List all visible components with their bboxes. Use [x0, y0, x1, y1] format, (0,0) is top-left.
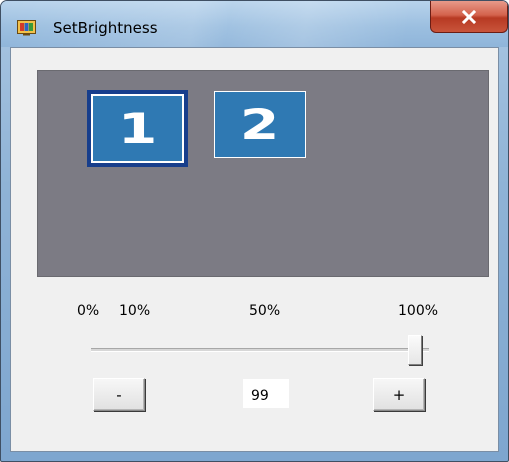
brightness-slider-track[interactable]: [91, 348, 429, 352]
window-title: SetBrightness: [53, 19, 158, 37]
brightness-value-field[interactable]: [243, 379, 289, 408]
brightness-slider-thumb[interactable]: [408, 335, 422, 365]
app-monitor-icon: [17, 20, 36, 36]
monitor-2-number: 2: [240, 99, 280, 149]
monitor-2-tile[interactable]: 2: [214, 91, 306, 158]
close-button[interactable]: [430, 1, 508, 33]
client-area: 1 2 0% 10% 50% 100% - +: [10, 47, 499, 452]
scale-label-0: 0%: [77, 303, 100, 319]
title-bar[interactable]: SetBrightness: [1, 1, 508, 47]
scale-label-50: 50%: [249, 303, 281, 319]
increase-brightness-button[interactable]: +: [373, 378, 425, 411]
monitor-1-number: 1: [117, 103, 158, 153]
decrease-brightness-button[interactable]: -: [93, 378, 145, 411]
monitor-1-tile[interactable]: 1: [87, 90, 188, 167]
monitor-layout-panel: 1 2: [37, 70, 489, 277]
close-icon: [461, 9, 477, 24]
scale-label-10: 10%: [119, 303, 151, 319]
setbrightness-window: SetBrightness 1 2 0% 10% 50% 100% - +: [0, 0, 509, 462]
scale-label-100: 100%: [398, 303, 439, 319]
